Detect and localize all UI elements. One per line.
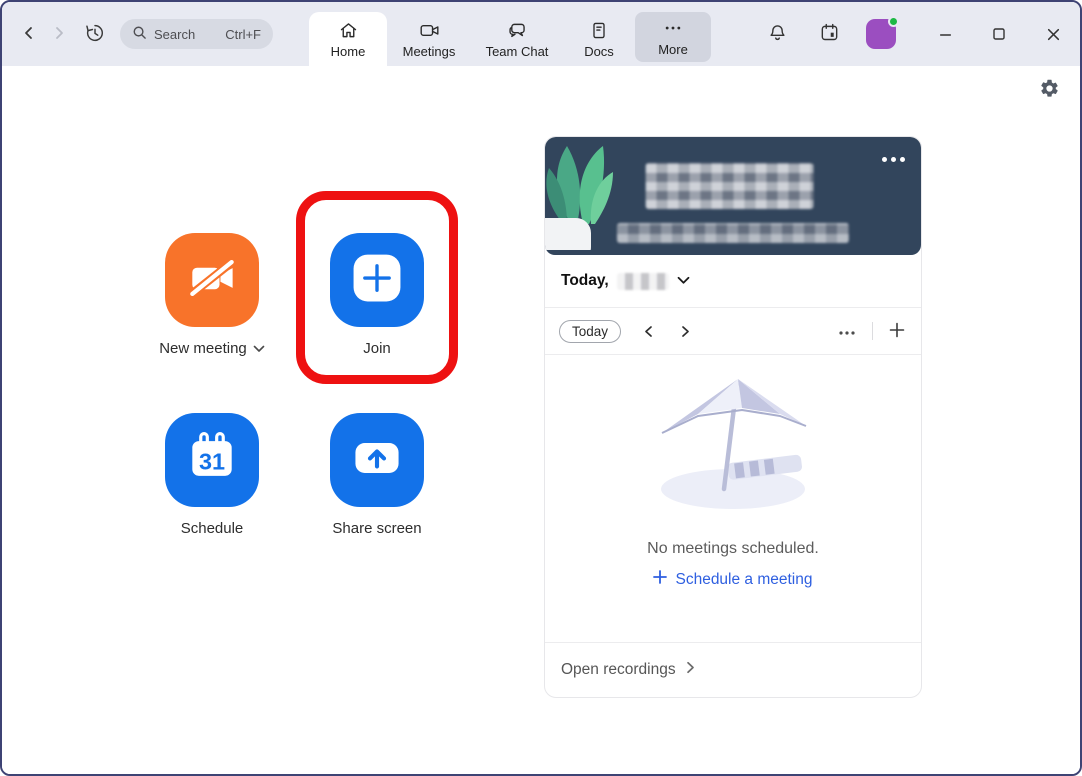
new-meeting-label-row[interactable]: New meeting	[159, 340, 265, 357]
search-shortcut: Ctrl+F	[225, 26, 261, 42]
tab-more[interactable]: More	[635, 12, 711, 62]
share-up-arrow-icon	[347, 428, 407, 493]
schedule-action: 31 Schedule	[132, 413, 292, 537]
maximize-button[interactable]	[988, 23, 1010, 45]
join-action: Join	[297, 233, 457, 357]
settings-button[interactable]	[1039, 78, 1060, 102]
date-selector[interactable]: Today,	[545, 255, 921, 307]
schedule-label: Schedule	[180, 520, 244, 537]
ellipsis-icon	[663, 17, 683, 39]
new-meeting-button[interactable]	[165, 233, 259, 327]
blurred-date-short	[616, 272, 669, 290]
chevron-down-icon	[677, 272, 690, 290]
schedule-button[interactable]: 31	[165, 413, 259, 507]
previous-day-button[interactable]	[639, 321, 658, 342]
chevron-right-icon	[52, 26, 66, 43]
search-icon	[132, 25, 147, 43]
avatar[interactable]	[866, 16, 899, 49]
add-meeting-button[interactable]	[887, 320, 907, 343]
open-recordings-label: Open recordings	[561, 661, 676, 678]
toolbar-more-button[interactable]	[836, 322, 858, 341]
schedule-a-meeting-label: Schedule a meeting	[675, 570, 813, 588]
tab-meetings[interactable]: Meetings	[387, 12, 471, 66]
video-camera-off-icon	[182, 248, 242, 313]
history-button[interactable]	[80, 19, 110, 49]
blurred-date	[617, 223, 849, 243]
calendar-icon	[819, 22, 840, 46]
zoom-app-window: Search Ctrl+F Home Meetings Team Chat Do…	[0, 0, 1082, 776]
open-recordings-link[interactable]: Open recordings	[545, 643, 921, 697]
presence-dot	[888, 16, 899, 27]
calendar-button[interactable]	[814, 19, 844, 49]
calendar-31-icon: 31	[182, 428, 242, 493]
history-clock-icon	[84, 22, 106, 47]
blurred-time	[645, 163, 814, 209]
tab-label: Home	[330, 44, 366, 59]
home-content: New meeting Join 31 Schedule Share scree…	[2, 66, 1080, 774]
chat-bubbles-icon	[506, 19, 529, 41]
schedule-a-meeting-link[interactable]: Schedule a meeting	[653, 570, 813, 589]
new-meeting-action: New meeting	[132, 233, 292, 357]
tab-label: More	[658, 42, 688, 57]
today-label: Today,	[561, 272, 609, 289]
back-button[interactable]	[14, 19, 44, 49]
join-button[interactable]	[330, 233, 424, 327]
tab-label: Docs	[584, 44, 614, 59]
new-meeting-label: New meeting	[159, 340, 247, 357]
meetings-panel: Today, Today No meetings scheduled. Sche…	[544, 136, 922, 698]
next-meeting-card	[545, 137, 921, 255]
ellipsis-icon	[838, 324, 856, 339]
empty-schedule-state: No meetings scheduled. Schedule a meetin…	[545, 355, 921, 642]
card-menu-button[interactable]	[882, 157, 905, 162]
chevron-down-icon	[253, 340, 265, 357]
home-icon	[338, 19, 359, 41]
plant-illustration	[545, 137, 623, 255]
next-day-button[interactable]	[676, 321, 695, 342]
ellipsis-icon	[882, 157, 887, 162]
share-screen-button[interactable]	[330, 413, 424, 507]
today-button[interactable]: Today	[559, 319, 622, 343]
share-screen-label: Share screen	[332, 520, 422, 537]
join-label: Join	[363, 340, 391, 357]
minimize-button[interactable]	[934, 23, 956, 45]
search-input[interactable]: Search Ctrl+F	[120, 19, 273, 49]
tab-label: Team Chat	[485, 44, 549, 59]
search-placeholder: Search	[154, 26, 196, 42]
main-tabs: Home Meetings Team Chat Docs More	[309, 2, 711, 66]
notifications-button[interactable]	[762, 19, 792, 49]
tab-docs[interactable]: Docs	[563, 12, 635, 66]
titlebar-right-cluster	[762, 16, 1064, 49]
calendar-toolbar: Today	[545, 308, 921, 354]
chevron-right-icon	[686, 661, 695, 679]
toolbar-divider	[872, 322, 873, 340]
tab-label: Meetings	[402, 44, 456, 59]
empty-message: No meetings scheduled.	[647, 540, 819, 557]
document-icon	[589, 19, 609, 41]
close-button[interactable]	[1042, 23, 1064, 45]
video-camera-icon	[418, 19, 441, 41]
tab-team-chat[interactable]: Team Chat	[471, 12, 563, 66]
plus-icon	[653, 570, 668, 589]
plus-square-icon	[347, 248, 407, 313]
tab-home[interactable]: Home	[309, 12, 387, 66]
forward-button[interactable]	[44, 19, 74, 49]
window-controls	[934, 23, 1064, 45]
bell-icon	[767, 22, 788, 46]
gear-icon	[1039, 79, 1060, 102]
calendar-day-number: 31	[199, 448, 225, 474]
title-bar: Search Ctrl+F Home Meetings Team Chat Do…	[2, 2, 1080, 66]
umbrella-illustration	[638, 379, 828, 519]
plus-icon	[889, 322, 905, 341]
share-screen-action: Share screen	[297, 413, 457, 537]
chevron-left-icon	[22, 26, 36, 43]
